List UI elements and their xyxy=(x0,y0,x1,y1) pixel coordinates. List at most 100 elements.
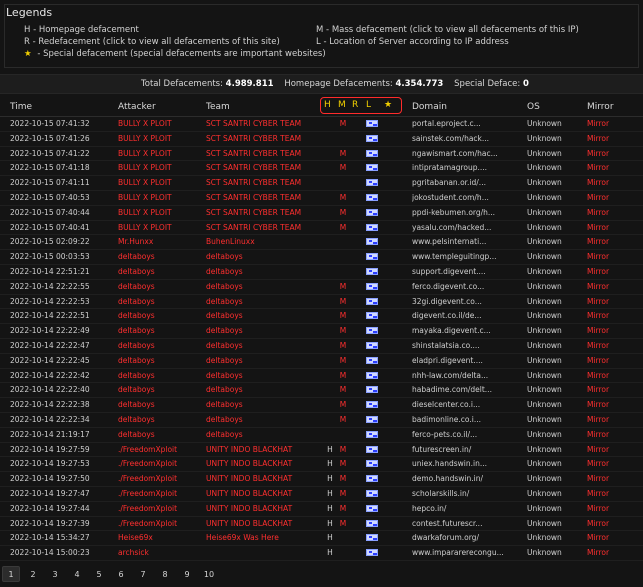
row-attacker-link[interactable]: deltaboys xyxy=(118,252,202,261)
row-mirror-link[interactable]: Mirror xyxy=(587,533,627,542)
row-mirror-link[interactable]: Mirror xyxy=(587,504,627,513)
row-team-link[interactable]: deltaboys xyxy=(206,430,316,439)
row-team-link[interactable]: UNITY INDO BLACKHAT xyxy=(206,489,316,498)
page-link[interactable]: 9 xyxy=(178,567,196,583)
row-mirror-link[interactable]: Mirror xyxy=(587,119,627,128)
page-link[interactable]: 8 xyxy=(156,567,174,583)
row-team-link[interactable]: BuhenLinuxx xyxy=(206,237,316,246)
row-m-flag[interactable]: M xyxy=(338,356,348,365)
row-attacker-link[interactable]: BULLY X PLOIT xyxy=(118,163,202,172)
row-m-flag[interactable]: M xyxy=(338,519,348,528)
row-team-link[interactable]: SCT SANTRI CYBER TEAM xyxy=(206,193,316,202)
row-team-link[interactable]: Heise69x Was Here xyxy=(206,533,316,542)
row-mirror-link[interactable]: Mirror xyxy=(587,311,627,320)
row-mirror-link[interactable]: Mirror xyxy=(587,134,627,143)
row-team-link[interactable]: SCT SANTRI CYBER TEAM xyxy=(206,178,316,187)
row-team-link[interactable]: SCT SANTRI CYBER TEAM xyxy=(206,163,316,172)
row-mirror-link[interactable]: Mirror xyxy=(587,356,627,365)
row-attacker-link[interactable]: BULLY X PLOIT xyxy=(118,223,202,232)
row-team-link[interactable]: SCT SANTRI CYBER TEAM xyxy=(206,208,316,217)
row-team-link[interactable]: deltaboys xyxy=(206,341,316,350)
row-attacker-link[interactable]: BULLY X PLOIT xyxy=(118,208,202,217)
header-attacker[interactable]: Attacker xyxy=(118,102,156,112)
row-m-flag[interactable]: M xyxy=(338,311,348,320)
row-mirror-link[interactable]: Mirror xyxy=(587,385,627,394)
row-team-link[interactable]: UNITY INDO BLACKHAT xyxy=(206,519,316,528)
page-link[interactable]: 5 xyxy=(90,567,108,583)
row-mirror-link[interactable]: Mirror xyxy=(587,445,627,454)
row-mirror-link[interactable]: Mirror xyxy=(587,459,627,468)
row-mirror-link[interactable]: Mirror xyxy=(587,297,627,306)
row-team-link[interactable]: UNITY INDO BLACKHAT xyxy=(206,504,316,513)
row-team-link[interactable]: deltaboys xyxy=(206,282,316,291)
row-m-flag[interactable]: M xyxy=(338,341,348,350)
row-m-flag[interactable]: M xyxy=(338,208,348,217)
row-team-link[interactable]: deltaboys xyxy=(206,400,316,409)
row-attacker-link[interactable]: deltaboys xyxy=(118,341,202,350)
row-attacker-link[interactable]: ./FreedomXploit xyxy=(118,445,202,454)
row-mirror-link[interactable]: Mirror xyxy=(587,237,627,246)
row-attacker-link[interactable]: archsick xyxy=(118,548,202,557)
header-mirror[interactable]: Mirror xyxy=(587,102,614,112)
row-m-flag[interactable]: M xyxy=(338,385,348,394)
row-attacker-link[interactable]: ./FreedomXploit xyxy=(118,474,202,483)
header-domain[interactable]: Domain xyxy=(412,102,447,112)
row-team-link[interactable]: UNITY INDO BLACKHAT xyxy=(206,474,316,483)
row-team-link[interactable]: UNITY INDO BLACKHAT xyxy=(206,445,316,454)
row-m-flag[interactable]: M xyxy=(338,445,348,454)
row-m-flag[interactable]: M xyxy=(338,193,348,202)
row-attacker-link[interactable]: ./FreedomXploit xyxy=(118,519,202,528)
row-mirror-link[interactable]: Mirror xyxy=(587,548,627,557)
row-m-flag[interactable]: M xyxy=(338,326,348,335)
header-os[interactable]: OS xyxy=(527,102,540,112)
row-attacker-link[interactable]: BULLY X PLOIT xyxy=(118,134,202,143)
row-attacker-link[interactable]: BULLY X PLOIT xyxy=(118,119,202,128)
row-mirror-link[interactable]: Mirror xyxy=(587,489,627,498)
row-team-link[interactable]: SCT SANTRI CYBER TEAM xyxy=(206,119,316,128)
row-team-link[interactable]: UNITY INDO BLACKHAT xyxy=(206,459,316,468)
row-mirror-link[interactable]: Mirror xyxy=(587,326,627,335)
page-link[interactable]: 1 xyxy=(2,566,20,582)
row-mirror-link[interactable]: Mirror xyxy=(587,267,627,276)
row-mirror-link[interactable]: Mirror xyxy=(587,430,627,439)
page-link[interactable]: 4 xyxy=(68,567,86,583)
row-team-link[interactable]: deltaboys xyxy=(206,371,316,380)
row-team-link[interactable]: deltaboys xyxy=(206,311,316,320)
row-team-link[interactable]: deltaboys xyxy=(206,252,316,261)
row-attacker-link[interactable]: Heise69x xyxy=(118,533,202,542)
row-mirror-link[interactable]: Mirror xyxy=(587,223,627,232)
row-mirror-link[interactable]: Mirror xyxy=(587,474,627,483)
row-team-link[interactable]: deltaboys xyxy=(206,297,316,306)
row-m-flag[interactable]: M xyxy=(338,297,348,306)
row-team-link[interactable]: SCT SANTRI CYBER TEAM xyxy=(206,223,316,232)
row-attacker-link[interactable]: deltaboys xyxy=(118,430,202,439)
row-mirror-link[interactable]: Mirror xyxy=(587,519,627,528)
row-mirror-link[interactable]: Mirror xyxy=(587,193,627,202)
row-mirror-link[interactable]: Mirror xyxy=(587,415,627,424)
row-mirror-link[interactable]: Mirror xyxy=(587,208,627,217)
row-team-link[interactable]: SCT SANTRI CYBER TEAM xyxy=(206,134,316,143)
row-m-flag[interactable]: M xyxy=(338,459,348,468)
row-m-flag[interactable]: M xyxy=(338,119,348,128)
row-team-link[interactable]: deltaboys xyxy=(206,356,316,365)
row-m-flag[interactable]: M xyxy=(338,149,348,158)
row-attacker-link[interactable]: deltaboys xyxy=(118,282,202,291)
row-attacker-link[interactable]: deltaboys xyxy=(118,356,202,365)
row-m-flag[interactable]: M xyxy=(338,223,348,232)
row-attacker-link[interactable]: ./FreedomXploit xyxy=(118,459,202,468)
row-team-link[interactable]: deltaboys xyxy=(206,415,316,424)
row-attacker-link[interactable]: Mr.Hunxx xyxy=(118,237,202,246)
row-attacker-link[interactable]: BULLY X PLOIT xyxy=(118,149,202,158)
row-attacker-link[interactable]: ./FreedomXploit xyxy=(118,504,202,513)
row-m-flag[interactable]: M xyxy=(338,282,348,291)
page-link[interactable]: 6 xyxy=(112,567,130,583)
row-team-link[interactable]: deltaboys xyxy=(206,385,316,394)
page-link[interactable]: 2 xyxy=(24,567,42,583)
row-mirror-link[interactable]: Mirror xyxy=(587,149,627,158)
row-m-flag[interactable]: M xyxy=(338,489,348,498)
row-attacker-link[interactable]: deltaboys xyxy=(118,326,202,335)
row-m-flag[interactable]: M xyxy=(338,371,348,380)
row-m-flag[interactable]: M xyxy=(338,400,348,409)
row-m-flag[interactable]: M xyxy=(338,474,348,483)
row-mirror-link[interactable]: Mirror xyxy=(587,282,627,291)
